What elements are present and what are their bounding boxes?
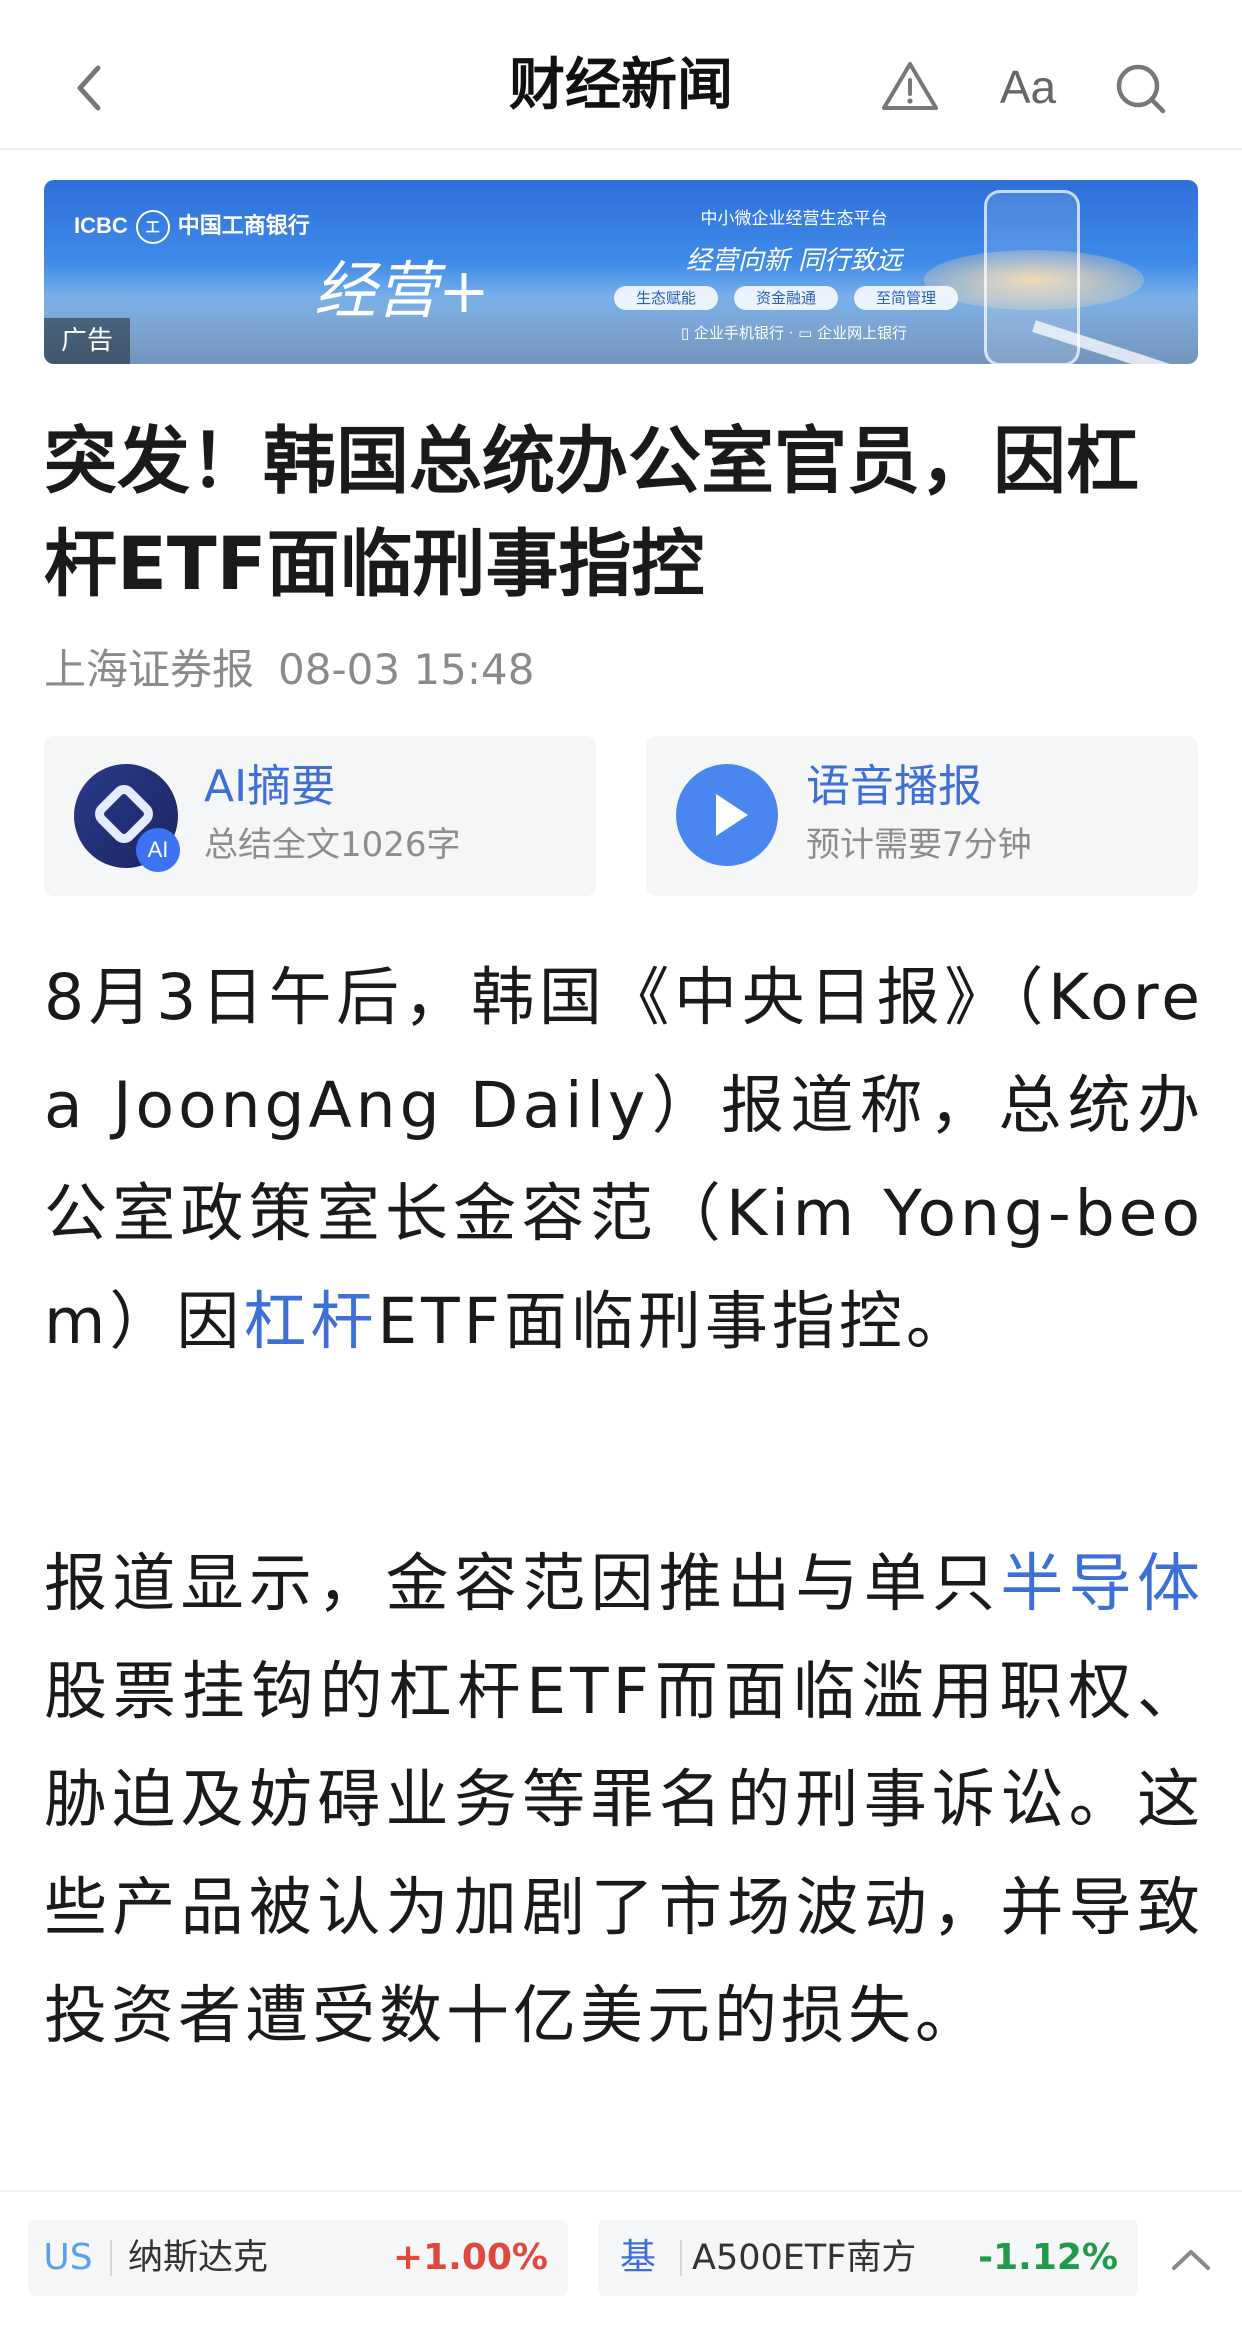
ai-summary-subtitle: 总结全文1026字 bbox=[204, 825, 461, 865]
ad-bank-name: ICBC bbox=[74, 213, 128, 238]
ad-pill-ecosystem: 生态赋能 bbox=[614, 286, 718, 310]
back-icon[interactable] bbox=[60, 58, 120, 118]
ai-summary-icon: AI bbox=[74, 764, 180, 872]
ticker-nasdaq[interactable]: US 纳斯达克 +1.00% bbox=[28, 2220, 568, 2296]
ad-pill-funding: 资金融通 bbox=[734, 286, 838, 310]
ad-pill-management: 至简管理 bbox=[854, 286, 958, 310]
status-bar bbox=[0, 0, 1242, 8]
p2-text-after: 股票挂钩的杠杆ETF而面临滥用职权、胁迫及妨碍业务等罪名的刑事诉讼。这些产品被认… bbox=[44, 1655, 1204, 2052]
article-title: 突发！韩国总统办公室官员，因杠杆ETF面临刑事指控 bbox=[44, 419, 1139, 607]
p1-text-after: ETF面临刑事指控。 bbox=[377, 1285, 973, 1358]
ticker-change: -1.12% bbox=[978, 2237, 1118, 2278]
ticker-a500etf[interactable]: 基 A500ETF南方 -1.12% bbox=[598, 2220, 1138, 2296]
font-size-icon[interactable]: Aa bbox=[988, 52, 1068, 122]
ticker-change: +1.00% bbox=[392, 2237, 548, 2278]
ai-summary-title: AI摘要 bbox=[204, 761, 336, 812]
article-paragraph-2: 报道显示，金容范因推出与单只半导体股票挂钩的杠杆ETF而面临滥用职权、胁迫及妨碍… bbox=[44, 1530, 1204, 2070]
ad-slogan: 经营+ bbox=[314, 254, 490, 327]
article-time: 08-03 15:48 bbox=[278, 645, 535, 694]
ticker-fund-code: 基 bbox=[619, 2237, 656, 2278]
keyword-link-leverage[interactable]: 杠杆 bbox=[243, 1285, 377, 1358]
ad-banner[interactable]: ICBC 工中国工商银行 经营+ 中小微企业经营生态平台 经营向新 同行致远 生态… bbox=[44, 180, 1198, 364]
article-byline: 上海证券报 08-03 15:48 bbox=[44, 640, 744, 700]
ad-bank-cn: 中国工商银行 bbox=[177, 213, 310, 238]
audio-title: 语音播报 bbox=[806, 761, 982, 812]
p2-text-before: 报道显示，金容范因推出与单只 bbox=[44, 1547, 1001, 1620]
search-icon[interactable] bbox=[1110, 58, 1170, 118]
ticker-name: A500ETF南方 bbox=[692, 2238, 917, 2278]
ticker-divider bbox=[680, 2240, 682, 2276]
article-source[interactable]: 上海证券报 bbox=[44, 645, 254, 694]
ad-tagline: 经营向新 同行致远 bbox=[685, 246, 903, 276]
audio-subtitle: 预计需要7分钟 bbox=[806, 825, 1032, 865]
ticker-market-code: US bbox=[43, 2237, 93, 2278]
keyword-link-semiconductor[interactable]: 半导体 bbox=[1000, 1547, 1204, 1620]
ad-label: 广告 bbox=[44, 318, 130, 364]
ai-summary-card[interactable]: AI AI摘要 总结全文1026字 bbox=[44, 736, 596, 896]
ad-platform-text: 中小微企业经营生态平台 bbox=[700, 209, 888, 229]
ai-badge: AI bbox=[136, 828, 180, 872]
play-icon bbox=[676, 764, 778, 866]
page-title: 财经新闻 bbox=[509, 53, 733, 118]
chevron-up-icon[interactable] bbox=[1168, 2240, 1214, 2280]
ticker-divider bbox=[110, 2240, 112, 2276]
article-paragraph-1: 8月3日午后，韩国《中央日报》（Korea JoongAng Daily）报道称… bbox=[44, 944, 1204, 1376]
top-bar: 财经新闻 Aa bbox=[0, 8, 1242, 150]
ad-bank-mark: 工 bbox=[135, 210, 170, 245]
play-triangle bbox=[716, 794, 748, 836]
audio-broadcast-card[interactable]: 语音播报 预计需要7分钟 bbox=[646, 736, 1198, 896]
market-ticker-bar: US 纳斯达克 +1.00% 基 A500ETF南方 -1.12% bbox=[0, 2190, 1242, 2332]
report-icon[interactable] bbox=[880, 58, 940, 114]
ticker-name: 纳斯达克 bbox=[128, 2238, 269, 2278]
ad-channels: ▯ 企业手机银行 · ▭ 企业网上银行 bbox=[680, 324, 908, 342]
